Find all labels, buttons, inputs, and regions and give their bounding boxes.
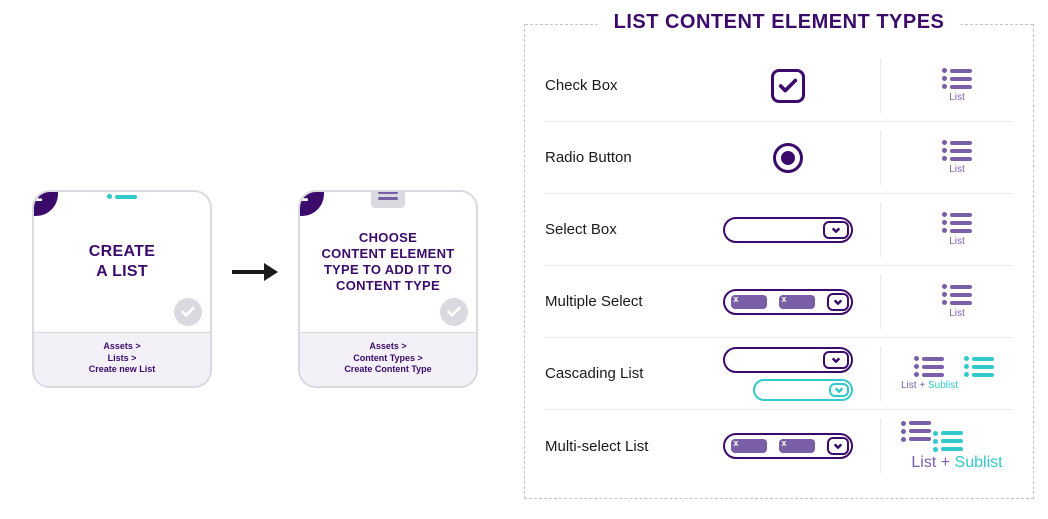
step-breadcrumb: Assets > Content Types > Create Content … xyxy=(300,332,476,386)
sublist-icon xyxy=(933,431,963,452)
step-title: CREATE A LIST xyxy=(89,242,155,282)
step-body: CREATE A LIST xyxy=(34,192,210,332)
list-icon xyxy=(942,284,972,305)
check-icon xyxy=(174,298,202,326)
list-caption: List xyxy=(949,308,965,319)
sublist-caption: Sublist xyxy=(928,380,958,391)
list-icon xyxy=(901,421,931,442)
type-row-multiselect: Multiple Select List xyxy=(545,266,1013,338)
multiselect-list-icon xyxy=(715,433,860,459)
type-label: Radio Button xyxy=(545,149,695,166)
type-row-checkbox: Check Box List xyxy=(545,50,1013,122)
type-label: Multiple Select xyxy=(545,293,695,310)
sublist-caption: Sublist xyxy=(955,454,1003,471)
uses-list: List xyxy=(901,68,1013,103)
step-body: CHOOSE CONTENT ELEMENT TYPE TO ADD IT TO… xyxy=(300,192,476,332)
uses-list: List xyxy=(901,140,1013,175)
list-caption: List xyxy=(949,164,965,175)
list-icon xyxy=(107,190,137,199)
step-card-1: 1 CREATE A LIST Assets > Lists > Create … xyxy=(32,190,212,388)
list-caption: List xyxy=(949,236,965,247)
cascading-icon xyxy=(715,347,860,401)
type-label: Check Box xyxy=(545,77,695,94)
types-panel-title: LIST CONTENT ELEMENT TYPES xyxy=(598,11,961,34)
divider xyxy=(880,59,881,113)
list-icon xyxy=(942,212,972,233)
type-row-select: Select Box List xyxy=(545,194,1013,266)
list-caption: List xyxy=(901,380,917,391)
uses-list-sublist: List + Sublist xyxy=(901,356,1013,391)
document-list-icon xyxy=(371,190,405,208)
types-panel: LIST CONTENT ELEMENT TYPES Check Box Lis… xyxy=(524,24,1034,499)
type-row-multiselect-list: Multi-select List List + Sublist xyxy=(545,410,1013,482)
step-breadcrumb: Assets > Lists > Create new List xyxy=(34,332,210,386)
type-row-radio: Radio Button List xyxy=(545,122,1013,194)
list-icon xyxy=(942,68,972,89)
list-icon xyxy=(914,356,944,377)
check-icon xyxy=(440,298,468,326)
divider xyxy=(880,203,881,257)
checkbox-icon xyxy=(715,69,860,103)
uses-list: List xyxy=(901,212,1013,247)
arrow-icon xyxy=(230,260,280,289)
step-title: CHOOSE CONTENT ELEMENT TYPE TO ADD IT TO… xyxy=(321,230,454,295)
divider xyxy=(880,347,881,401)
list-icon xyxy=(942,140,972,161)
list-caption: List xyxy=(911,454,936,471)
radio-icon xyxy=(715,143,860,173)
plus: + xyxy=(917,380,928,391)
divider xyxy=(880,131,881,185)
uses-list-sublist: List + Sublist xyxy=(901,421,1013,472)
multiselect-icon xyxy=(715,289,860,315)
sublist-icon xyxy=(964,356,994,377)
divider xyxy=(880,275,881,329)
type-label: Cascading List xyxy=(545,365,695,382)
divider xyxy=(880,419,881,473)
type-label: Multi-select List xyxy=(545,438,695,455)
type-label: Select Box xyxy=(545,221,695,238)
type-row-cascading: Cascading List List + Sublist xyxy=(545,338,1013,410)
plus: + xyxy=(936,454,954,471)
selectbox-icon xyxy=(715,217,860,243)
step-card-2: 2 CHOOSE CONTENT ELEMENT TYPE TO ADD IT … xyxy=(298,190,478,388)
uses-list: List xyxy=(901,284,1013,319)
list-caption: List xyxy=(949,92,965,103)
